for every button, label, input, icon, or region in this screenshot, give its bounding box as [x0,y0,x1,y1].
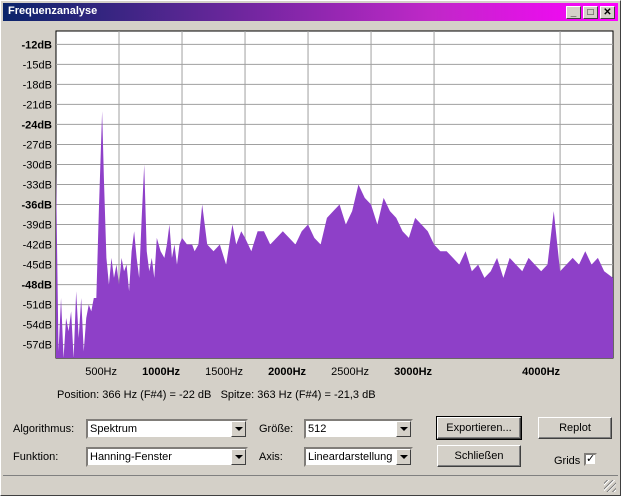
spectrum-chart[interactable]: -12dB -15dB -18dB -21dB -24dB -27dB -30dB -33dB… [1,23,621,383]
y-tick-label: -15dB [23,59,52,71]
size-value: 512 [308,423,327,435]
close-button[interactable]: Schließen [437,445,521,467]
y-tick-label: -45dB [23,260,52,272]
x-tick-label: 4000Hz [522,366,560,378]
chevron-down-icon[interactable] [396,449,411,465]
frequency-analysis-window: Frequenzanalyse _ □ ✕ -12dB -15dB -18dB -21… [0,0,621,496]
function-select[interactable]: Hanning-Fenster [86,447,248,467]
algorithm-label: Algorithmus: [13,423,75,435]
y-tick-label: -54dB [23,320,52,332]
position-readout: Position: 366 Hz (F#4) = -22 dB [57,389,212,401]
x-axis-labels: 500Hz 1000Hz 1500Hz 2000Hz 2500Hz 3000Hz 4000H… [85,366,560,378]
y-tick-label: -30dB [23,159,52,171]
y-tick-label: -21dB [23,99,52,111]
peak-readout: Spitze: 363 Hz (F#4) = -21,3 dB [220,389,376,401]
x-tick-label: 500Hz [85,366,117,378]
y-tick-label: -36dB [21,200,52,212]
status-line: Position: 366 Hz (F#4) = -22 dB Spitze: … [57,389,376,401]
size-label: Größe: [259,423,294,435]
x-tick-label: 2500Hz [331,366,369,378]
grids-label: Grids [554,455,581,467]
size-select[interactable]: 512 [304,419,413,439]
minimize-button[interactable]: _ [566,6,581,19]
y-tick-label: -39dB [23,220,52,232]
y-tick-label: -18dB [23,79,52,91]
axis-value: Lineardarstellung [308,451,393,463]
chevron-down-icon[interactable] [396,421,411,437]
x-tick-label: 3000Hz [394,366,432,378]
export-button[interactable]: Exportieren... [436,416,522,440]
window-title: Frequenzanalyse [8,5,98,17]
y-tick-label: -24dB [21,119,52,131]
y-tick-label: -51dB [23,300,52,312]
algorithm-select[interactable]: Spektrum [86,419,248,439]
y-axis-labels: -12dB -15dB -18dB -21dB -24dB -27dB -30dB -33dB… [21,39,52,351]
title-bar[interactable]: Frequenzanalyse _ □ ✕ [3,3,618,21]
x-tick-label: 1500Hz [205,366,243,378]
x-tick-label: 2000Hz [268,366,306,378]
chevron-down-icon[interactable] [231,449,246,465]
y-tick-label: -42dB [23,240,52,252]
function-value: Hanning-Fenster [90,451,172,463]
status-bar [3,475,618,494]
function-label: Funktion: [13,451,59,463]
resize-grip-icon[interactable] [604,480,616,492]
spectrum-plot[interactable]: -12dB -15dB -18dB -21dB -24dB -27dB -30dB -33dB… [1,23,621,383]
replot-button[interactable]: Replot [538,417,612,439]
y-tick-label: -12dB [21,39,52,51]
y-tick-label: -33dB [23,179,52,191]
x-tick-label: 1000Hz [142,366,180,378]
y-tick-label: -27dB [23,139,52,151]
y-tick-label: -48dB [21,280,52,292]
axis-label: Axis: [259,451,283,463]
grids-checkbox[interactable]: ✓ [584,453,597,466]
maximize-button[interactable]: □ [583,6,598,19]
chevron-down-icon[interactable] [231,421,246,437]
close-window-button[interactable]: ✕ [600,6,615,19]
algorithm-value: Spektrum [90,423,138,435]
y-tick-label: -57dB [23,340,52,352]
axis-select[interactable]: Lineardarstellung [304,447,413,467]
